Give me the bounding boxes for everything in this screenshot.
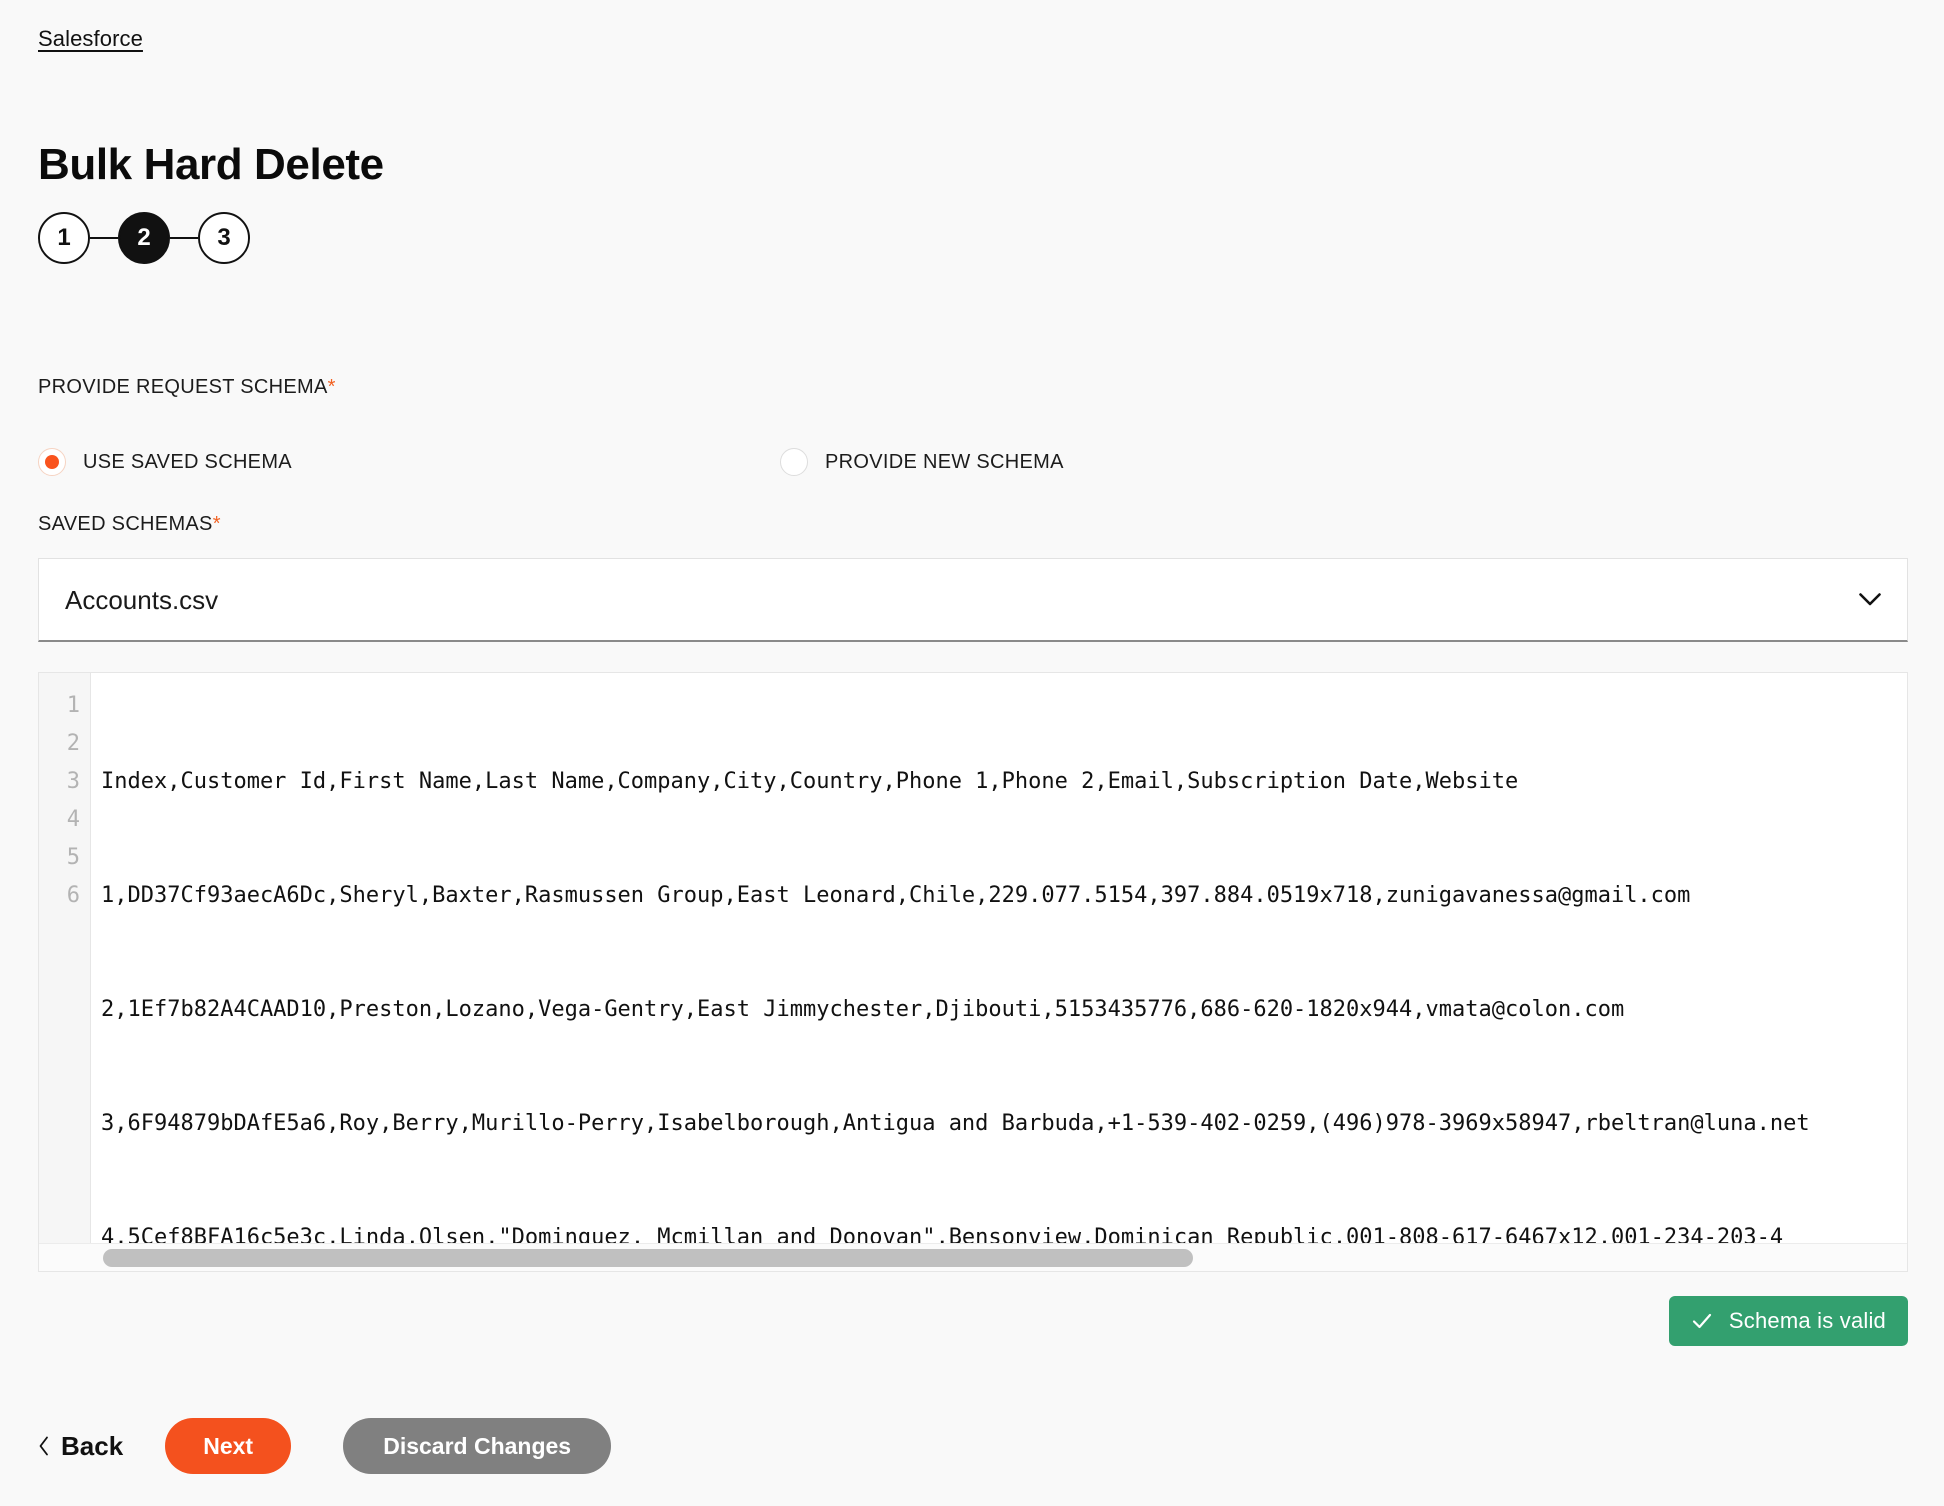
code-line: Index,Customer Id,First Name,Last Name,C…: [101, 769, 1519, 794]
code-line: 1,DD37Cf93aecA6Dc,Sheryl,Baxter,Rasmusse…: [101, 883, 1691, 908]
stepper-step-2[interactable]: 2: [118, 212, 170, 264]
stepper-step-1[interactable]: 1: [38, 212, 90, 264]
check-icon: [1692, 1313, 1712, 1329]
breadcrumb-salesforce[interactable]: Salesforce: [38, 26, 143, 52]
stepper: 1 2 3: [38, 212, 250, 264]
chevron-down-icon: [1859, 593, 1881, 606]
status-badge-schema-valid: Schema is valid: [1668, 1296, 1908, 1346]
radio-use-saved-schema[interactable]: USE SAVED SCHEMA: [38, 448, 292, 476]
radio-use-saved-schema-label: USE SAVED SCHEMA: [83, 451, 292, 473]
bulk-hard-delete-page: Salesforce Bulk Hard Delete 1 2 3 PROVID…: [0, 0, 1944, 1506]
editor-horizontal-scrollbar-thumb[interactable]: [103, 1249, 1193, 1267]
saved-schemas-select[interactable]: Accounts.csv: [38, 558, 1908, 642]
code-line: 2,1Ef7b82A4CAAD10,Preston,Lozano,Vega-Ge…: [101, 997, 1625, 1022]
editor-horizontal-scrollbar[interactable]: [39, 1243, 1907, 1271]
required-asterisk: *: [212, 513, 221, 535]
line-number: 1: [66, 693, 80, 718]
line-number: 2: [66, 731, 80, 756]
saved-schemas-selected-value: Accounts.csv: [65, 584, 219, 615]
radio-provide-new-schema-label: PROVIDE NEW SCHEMA: [825, 451, 1064, 473]
saved-schemas-label-text: SAVED SCHEMAS: [38, 513, 213, 535]
stepper-connector-1: [90, 237, 118, 239]
line-number: 6: [66, 883, 80, 908]
status-badge-label: Schema is valid: [1728, 1308, 1886, 1333]
stepper-step-3[interactable]: 3: [198, 212, 250, 264]
page-title: Bulk Hard Delete: [38, 140, 384, 190]
provide-request-schema-label-text: PROVIDE REQUEST SCHEMA: [38, 376, 328, 398]
line-number: 5: [66, 845, 80, 870]
stepper-connector-2: [170, 237, 198, 239]
back-button[interactable]: Back: [38, 1431, 123, 1462]
editor-line-number-gutter: 1 2 3 4 5 6: [39, 673, 91, 1243]
request-schema-radio-group: USE SAVED SCHEMA PROVIDE NEW SCHEMA: [38, 448, 1138, 488]
back-button-label: Back: [61, 1430, 124, 1461]
saved-schemas-label: SAVED SCHEMAS*: [38, 512, 221, 536]
provide-request-schema-label: PROVIDE REQUEST SCHEMA*: [38, 375, 336, 399]
editor-body: 1 2 3 4 5 6 Index,Customer Id,First Name…: [39, 673, 1907, 1243]
chevron-left-icon: [39, 1436, 48, 1456]
next-button[interactable]: Next: [165, 1418, 292, 1474]
radio-dot: [45, 455, 59, 469]
line-number: 3: [66, 769, 80, 794]
editor-code-area[interactable]: Index,Customer Id,First Name,Last Name,C…: [91, 673, 1907, 1243]
footer-actions: Back Next Discard Changes: [38, 1418, 612, 1474]
line-number: 4: [66, 807, 80, 832]
required-asterisk: *: [327, 376, 336, 398]
code-line: 3,6F94879bDAfE5a6,Roy,Berry,Murillo-Perr…: [101, 1111, 1810, 1136]
discard-changes-button[interactable]: Discard Changes: [343, 1418, 612, 1474]
radio-button-icon-unselected: [780, 448, 808, 476]
radio-button-icon-selected: [38, 448, 66, 476]
code-line: 4,5Cef8BFA16c5e3c,Linda,Olsen,"Dominguez…: [101, 1225, 1784, 1243]
radio-provide-new-schema[interactable]: PROVIDE NEW SCHEMA: [780, 448, 1064, 476]
schema-code-editor[interactable]: 1 2 3 4 5 6 Index,Customer Id,First Name…: [38, 672, 1908, 1272]
